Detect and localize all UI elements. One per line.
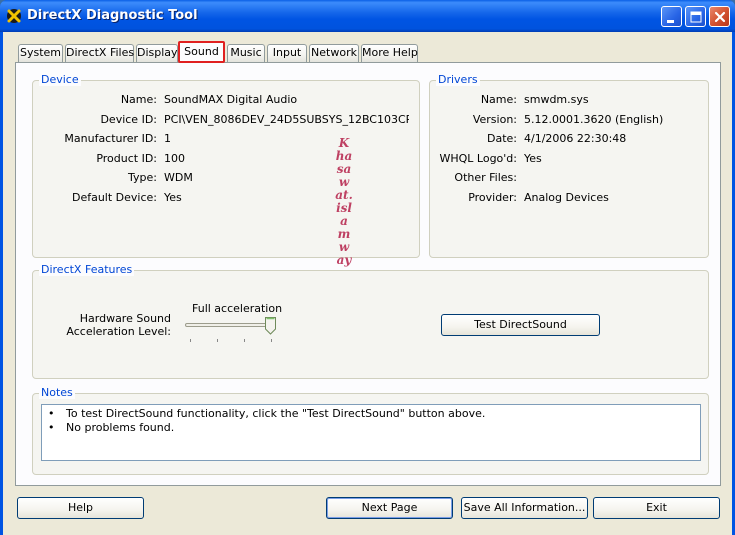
tab-music[interactable]: Music (227, 44, 265, 62)
tab-directx-files[interactable]: DirectX Files (65, 44, 134, 62)
slider-track[interactable] (185, 323, 275, 327)
bullet-icon: • (48, 421, 55, 434)
tab-sound[interactable]: Sound (178, 41, 225, 63)
tab-label: Input (272, 46, 302, 59)
notes-title: Notes (39, 386, 75, 399)
tab-input[interactable]: Input (267, 44, 307, 62)
slider-tick (190, 339, 191, 342)
tab-label: DirectX Files (66, 46, 135, 59)
device-group: Device Name: SoundMAX Digital Audio Devi… (32, 73, 420, 258)
accel-value-text: Full acceleration (192, 302, 283, 315)
slider-thumb[interactable] (265, 317, 276, 335)
tab-label: Display (137, 46, 178, 59)
manufacturer-id-label: Manufacturer ID: (64, 132, 157, 145)
device-name-label: Name: (120, 93, 157, 106)
product-id-value: 100 (164, 152, 185, 165)
drivers-group: Drivers Name: smwdm.sys Version: 5.12.00… (429, 73, 709, 258)
device-id-label: Device ID: (100, 113, 157, 126)
directx-features-title: DirectX Features (39, 263, 135, 276)
help-button[interactable]: Help (17, 497, 144, 519)
driver-name-label: Name: (480, 93, 517, 106)
provider-value: Analog Devices (524, 191, 609, 204)
slider-tick (271, 339, 272, 342)
drivers-group-title: Drivers (436, 73, 480, 86)
sound-tab-panel: Device Name: SoundMAX Digital Audio Devi… (15, 62, 721, 486)
window-title: DirectX Diagnostic Tool (27, 8, 198, 23)
accel-label-line1: Hardware Sound (79, 312, 171, 325)
manufacturer-id-value: 1 (164, 132, 171, 145)
tab-label: More Help (362, 46, 418, 59)
tab-label: Music (230, 46, 262, 59)
tab-network[interactable]: Network (309, 44, 359, 62)
other-files-value (524, 171, 704, 185)
driver-date-label: Date: (487, 132, 517, 145)
minimize-button[interactable] (661, 6, 682, 27)
whql-label: WHQL Logo'd: (439, 152, 517, 165)
driver-name-value: smwdm.sys (524, 93, 589, 106)
close-icon (714, 11, 726, 23)
bullet-icon: • (48, 407, 55, 420)
minimize-icon (667, 20, 674, 23)
tab-display[interactable]: Display (136, 44, 178, 62)
client-area: System DirectX Files Display Sound Music… (3, 32, 732, 535)
product-id-label: Product ID: (96, 152, 157, 165)
other-files-label: Other Files: (454, 171, 517, 184)
save-all-information-button[interactable]: Save All Information... (461, 497, 588, 519)
maximize-button[interactable] (685, 6, 706, 27)
directx-features-group: DirectX Features Hardware Sound Accelera… (32, 263, 709, 379)
tab-label: Sound (184, 45, 219, 58)
note-text: To test DirectSound functionality, click… (66, 407, 486, 420)
directx-app-icon (7, 9, 21, 23)
title-bar[interactable]: DirectX Diagnostic Tool (0, 0, 735, 32)
device-name-value: SoundMAX Digital Audio (164, 93, 298, 106)
app-window: DirectX Diagnostic Tool System DirectX F… (0, 0, 735, 535)
notes-text-area[interactable]: • To test DirectSound functionality, cli… (41, 404, 701, 461)
note-text: No problems found. (66, 421, 175, 434)
watermark-text: Khasawat.islamway (335, 136, 353, 267)
maximize-icon (690, 11, 702, 23)
tab-label: Network (311, 46, 357, 59)
whql-value: Yes (524, 152, 542, 165)
exit-button[interactable]: Exit (593, 497, 720, 519)
type-value: WDM (164, 171, 193, 184)
slider-tick (244, 339, 245, 342)
type-label: Type: (128, 171, 157, 184)
test-directsound-button[interactable]: Test DirectSound (441, 314, 600, 336)
tab-more-help[interactable]: More Help (361, 44, 418, 62)
notes-group: Notes • To test DirectSound functionalit… (32, 386, 709, 475)
device-id-value: PCI\VEN_8086DEV_24D5SUBSYS_12BC103CREV_0 (164, 113, 409, 126)
default-device-label: Default Device: (71, 191, 157, 204)
driver-version-value: 5.12.0001.3620 (English) (524, 113, 664, 126)
device-group-title: Device (39, 73, 81, 86)
accel-label-line2: Acceleration Level: (66, 325, 171, 338)
driver-version-label: Version: (472, 113, 517, 126)
tab-system[interactable]: System (18, 44, 63, 62)
slider-tick (217, 339, 218, 342)
close-button[interactable] (709, 6, 730, 27)
next-page-button[interactable]: Next Page (326, 497, 453, 519)
tab-label: System (19, 46, 62, 59)
default-device-value: Yes (164, 191, 182, 204)
provider-label: Provider: (468, 191, 517, 204)
driver-date-value: 4/1/2006 22:30:48 (524, 132, 627, 145)
